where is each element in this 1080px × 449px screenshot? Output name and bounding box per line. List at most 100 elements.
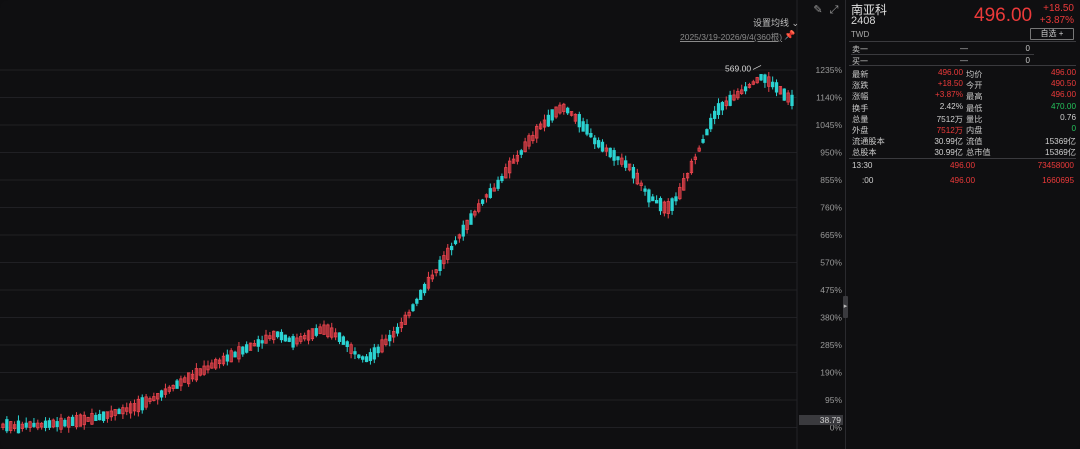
candle[interactable] <box>272 330 276 344</box>
candle[interactable] <box>67 415 71 433</box>
candle[interactable] <box>616 156 620 166</box>
candle[interactable] <box>430 269 434 282</box>
candle[interactable] <box>260 335 264 349</box>
candle[interactable] <box>318 323 322 335</box>
candle[interactable] <box>74 412 79 430</box>
candle[interactable] <box>771 76 775 90</box>
candle[interactable] <box>264 329 268 344</box>
candle[interactable] <box>484 193 489 203</box>
candle[interactable] <box>705 128 709 136</box>
candle[interactable] <box>666 198 670 219</box>
candle[interactable] <box>310 328 315 342</box>
candle[interactable] <box>558 102 562 115</box>
candle[interactable] <box>144 393 148 410</box>
candle[interactable] <box>747 82 752 89</box>
candle[interactable] <box>20 421 24 432</box>
candle[interactable] <box>419 289 423 301</box>
candle[interactable] <box>16 415 21 434</box>
candle[interactable] <box>573 113 578 124</box>
candle[interactable] <box>585 119 589 137</box>
candle[interactable] <box>701 134 705 144</box>
candle[interactable] <box>275 331 280 339</box>
candle[interactable] <box>337 332 342 345</box>
candle[interactable] <box>492 183 496 192</box>
candle[interactable] <box>504 163 508 179</box>
candle[interactable] <box>98 409 102 421</box>
candle[interactable] <box>535 124 539 143</box>
candle[interactable] <box>163 383 168 398</box>
candle[interactable] <box>51 418 55 429</box>
candle[interactable] <box>720 100 725 116</box>
candle[interactable] <box>47 417 52 430</box>
candle[interactable] <box>128 401 133 419</box>
pencil-icon[interactable]: ✎ <box>811 3 825 17</box>
candle[interactable] <box>477 199 481 214</box>
candle[interactable] <box>183 375 187 383</box>
candle[interactable] <box>689 158 694 175</box>
candle[interactable] <box>453 236 458 246</box>
candle[interactable] <box>608 147 612 159</box>
candle[interactable] <box>94 412 98 421</box>
candle[interactable] <box>508 157 512 179</box>
candle[interactable] <box>465 219 469 234</box>
candle[interactable] <box>233 350 237 358</box>
candle[interactable] <box>186 372 191 387</box>
candle[interactable] <box>190 369 195 382</box>
candle[interactable] <box>303 332 307 342</box>
candle[interactable] <box>488 183 492 199</box>
candle[interactable] <box>643 185 647 196</box>
kline-chart-area[interactable]: 1235% 1140% 1045% 950% 855% 760% 665% 570% 475% 3… <box>0 0 845 449</box>
candle[interactable] <box>330 322 334 340</box>
candle[interactable] <box>175 379 179 389</box>
candle[interactable] <box>662 200 667 217</box>
candle[interactable] <box>349 342 353 359</box>
candle[interactable] <box>59 413 63 433</box>
candle[interactable] <box>716 98 721 119</box>
candle[interactable] <box>778 86 783 95</box>
candle[interactable] <box>333 328 338 341</box>
candle[interactable] <box>411 303 415 313</box>
candle[interactable] <box>388 329 392 347</box>
candle[interactable] <box>639 180 643 191</box>
candle[interactable] <box>434 268 438 277</box>
candle[interactable] <box>36 419 40 431</box>
candle[interactable] <box>736 88 740 100</box>
candle[interactable] <box>755 76 759 84</box>
candle[interactable] <box>422 282 427 296</box>
candle[interactable] <box>395 323 400 337</box>
candle[interactable] <box>449 242 454 256</box>
candle[interactable] <box>159 389 164 401</box>
candle[interactable] <box>527 133 531 150</box>
candle[interactable] <box>279 329 284 343</box>
candle[interactable] <box>531 131 535 144</box>
candle[interactable] <box>496 176 500 191</box>
candle[interactable] <box>90 408 94 426</box>
candle[interactable] <box>361 355 365 363</box>
candle[interactable] <box>763 73 767 88</box>
candle[interactable] <box>221 352 226 367</box>
candle[interactable] <box>790 89 794 110</box>
candle[interactable] <box>674 192 678 206</box>
candle[interactable] <box>299 332 303 344</box>
candle[interactable] <box>148 396 152 405</box>
candle[interactable] <box>604 144 609 157</box>
candle[interactable] <box>751 79 755 86</box>
candle[interactable] <box>446 244 450 264</box>
candle[interactable] <box>759 74 763 82</box>
candle[interactable] <box>469 209 473 225</box>
candle[interactable] <box>198 368 202 377</box>
candle[interactable] <box>480 198 485 206</box>
candle[interactable] <box>724 96 728 110</box>
candle[interactable] <box>651 193 655 202</box>
candle[interactable] <box>241 346 245 357</box>
candle[interactable] <box>78 413 83 427</box>
candle[interactable] <box>101 411 106 423</box>
candle[interactable] <box>577 111 581 133</box>
candle[interactable] <box>256 335 260 352</box>
candle[interactable] <box>380 334 384 354</box>
candle[interactable] <box>248 342 253 351</box>
candle[interactable] <box>109 405 113 421</box>
candle[interactable] <box>152 392 156 402</box>
candle[interactable] <box>658 196 663 215</box>
candle[interactable] <box>589 128 593 139</box>
